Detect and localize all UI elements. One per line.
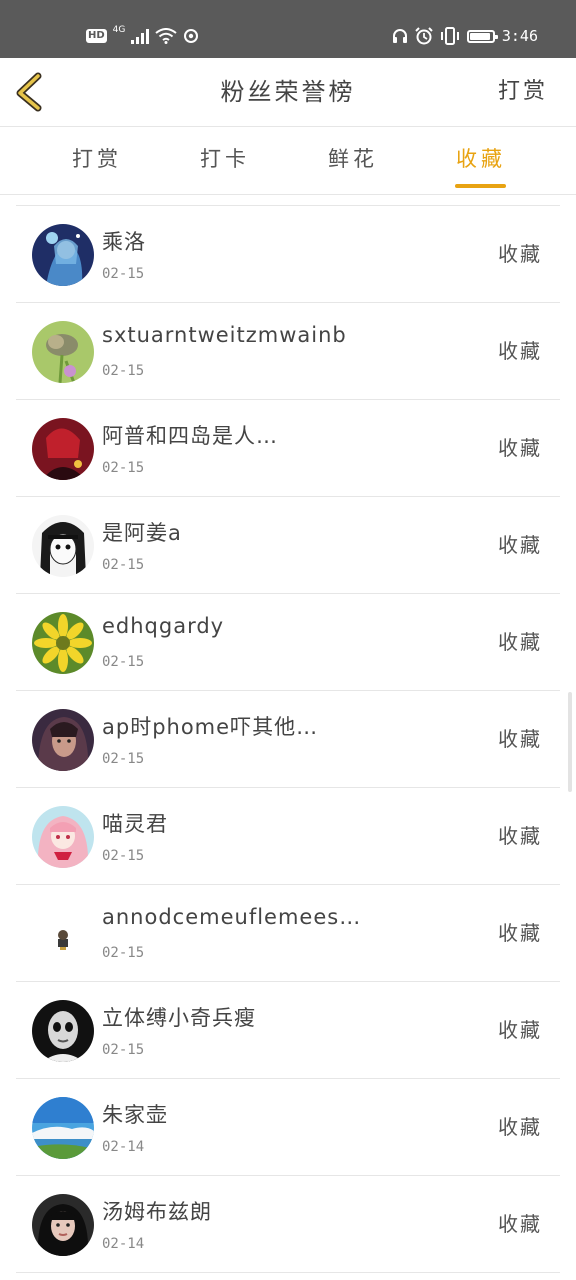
- fan-name: 立体缚小奇兵瘦: [102, 1006, 256, 1030]
- data-saver-icon: [184, 29, 199, 43]
- tab-checkin[interactable]: 打卡: [170, 127, 280, 194]
- favorite-label: 收藏: [498, 339, 542, 363]
- header-bar: 粉丝荣誉榜 打赏: [0, 58, 576, 127]
- list-item[interactable]: 汤姆布兹朗 02-14 收藏: [16, 1176, 560, 1273]
- fan-date: 02-15: [102, 1042, 145, 1058]
- scrollbar[interactable]: [568, 692, 572, 792]
- alarm-icon: [415, 27, 433, 45]
- avatar[interactable]: [32, 515, 94, 577]
- favorite-label: 收藏: [498, 630, 542, 654]
- list-item[interactable]: annodcemeuflemees… 02-15 收藏: [16, 885, 560, 982]
- fan-name: 汤姆布兹朗: [102, 1200, 212, 1224]
- avatar[interactable]: [32, 612, 94, 674]
- fan-name: 阿普和四岛是人…: [102, 424, 278, 448]
- favorite-label: 收藏: [498, 533, 542, 557]
- fan-name: 朱家壶: [102, 1103, 168, 1127]
- avatar[interactable]: [32, 1194, 94, 1256]
- avatar[interactable]: [32, 1000, 94, 1062]
- fan-date: 02-15: [102, 557, 145, 573]
- page-title: 粉丝荣誉榜: [220, 78, 356, 106]
- favorite-label: 收藏: [498, 1115, 542, 1139]
- avatar[interactable]: [32, 1097, 94, 1159]
- fan-date: 02-15: [102, 751, 145, 767]
- favorite-label: 收藏: [498, 436, 542, 460]
- vibrate-icon: [440, 27, 459, 45]
- favorite-label: 收藏: [498, 242, 542, 266]
- fan-date: 02-15: [102, 266, 145, 282]
- fan-date: 02-15: [102, 848, 145, 864]
- fan-name: 是阿姜a: [102, 521, 182, 545]
- fan-list: 乘洛 02-15 收藏 sxtuarntweitzmwainb 02-15 收藏: [16, 195, 560, 1280]
- avatar[interactable]: [32, 321, 94, 383]
- fan-date: 02-15: [102, 654, 145, 670]
- list-item[interactable]: 立体缚小奇兵瘦 02-15 收藏: [16, 982, 560, 1079]
- avatar[interactable]: [32, 709, 94, 771]
- favorite-label: 收藏: [498, 1212, 542, 1236]
- status-right: 3:46: [392, 24, 538, 48]
- fan-name: 喵灵君: [102, 812, 168, 836]
- fan-date: 02-15: [102, 945, 145, 961]
- avatar[interactable]: [32, 806, 94, 868]
- list-item[interactable]: 朱家壶 02-14 收藏: [16, 1079, 560, 1176]
- avatar[interactable]: [32, 903, 94, 965]
- fan-name: 乘洛: [102, 230, 146, 254]
- list-item[interactable]: 阿普和四岛是人… 02-15 收藏: [16, 400, 560, 497]
- fan-name: edhqgardy: [102, 614, 225, 638]
- fan-date: 02-15: [102, 363, 145, 379]
- list-item[interactable]: 喵灵君 02-15 收藏: [16, 788, 560, 885]
- tab-tip[interactable]: 打赏: [42, 127, 152, 194]
- avatar[interactable]: [32, 224, 94, 286]
- fan-name: sxtuarntweitzmwainb: [102, 323, 347, 347]
- favorite-label: 收藏: [498, 1018, 542, 1042]
- tip-button[interactable]: 打赏: [498, 58, 548, 126]
- tab-bar: 打赏 打卡 鲜花 收藏: [0, 127, 576, 195]
- tab-flowers[interactable]: 鲜花: [298, 127, 408, 194]
- hd-badge: HD: [86, 29, 107, 43]
- battery-icon: [466, 29, 498, 43]
- fan-date: 02-15: [102, 460, 145, 476]
- status-left: HD 4G: [86, 24, 199, 48]
- clock: 3:46: [501, 27, 538, 45]
- fan-date: 02-14: [102, 1139, 145, 1155]
- avatar[interactable]: [32, 418, 94, 480]
- list-item[interactable]: 乘洛 02-15 收藏: [16, 206, 560, 303]
- headset-icon: [392, 29, 407, 43]
- wifi-icon: [155, 28, 177, 44]
- favorite-label: 收藏: [498, 921, 542, 945]
- list-item[interactable]: edhqgardy 02-15 收藏: [16, 594, 560, 691]
- list-item[interactable]: sxtuarntweitzmwainb 02-15 收藏: [16, 303, 560, 400]
- status-bar: HD 4G 3:46: [0, 0, 576, 58]
- active-tab-indicator: [455, 184, 506, 188]
- fan-name: annodcemeuflemees…: [102, 905, 362, 929]
- list-item[interactable]: 是阿姜a 02-15 收藏: [16, 497, 560, 594]
- network-type: 4G: [112, 25, 126, 35]
- favorite-label: 收藏: [498, 727, 542, 751]
- favorite-label: 收藏: [498, 824, 542, 848]
- signal-icon: [131, 28, 150, 44]
- list-item[interactable]: ap时phome吓其他… 02-15 收藏: [16, 691, 560, 788]
- fan-date: 02-14: [102, 1236, 145, 1252]
- fan-name: ap时phome吓其他…: [102, 715, 319, 739]
